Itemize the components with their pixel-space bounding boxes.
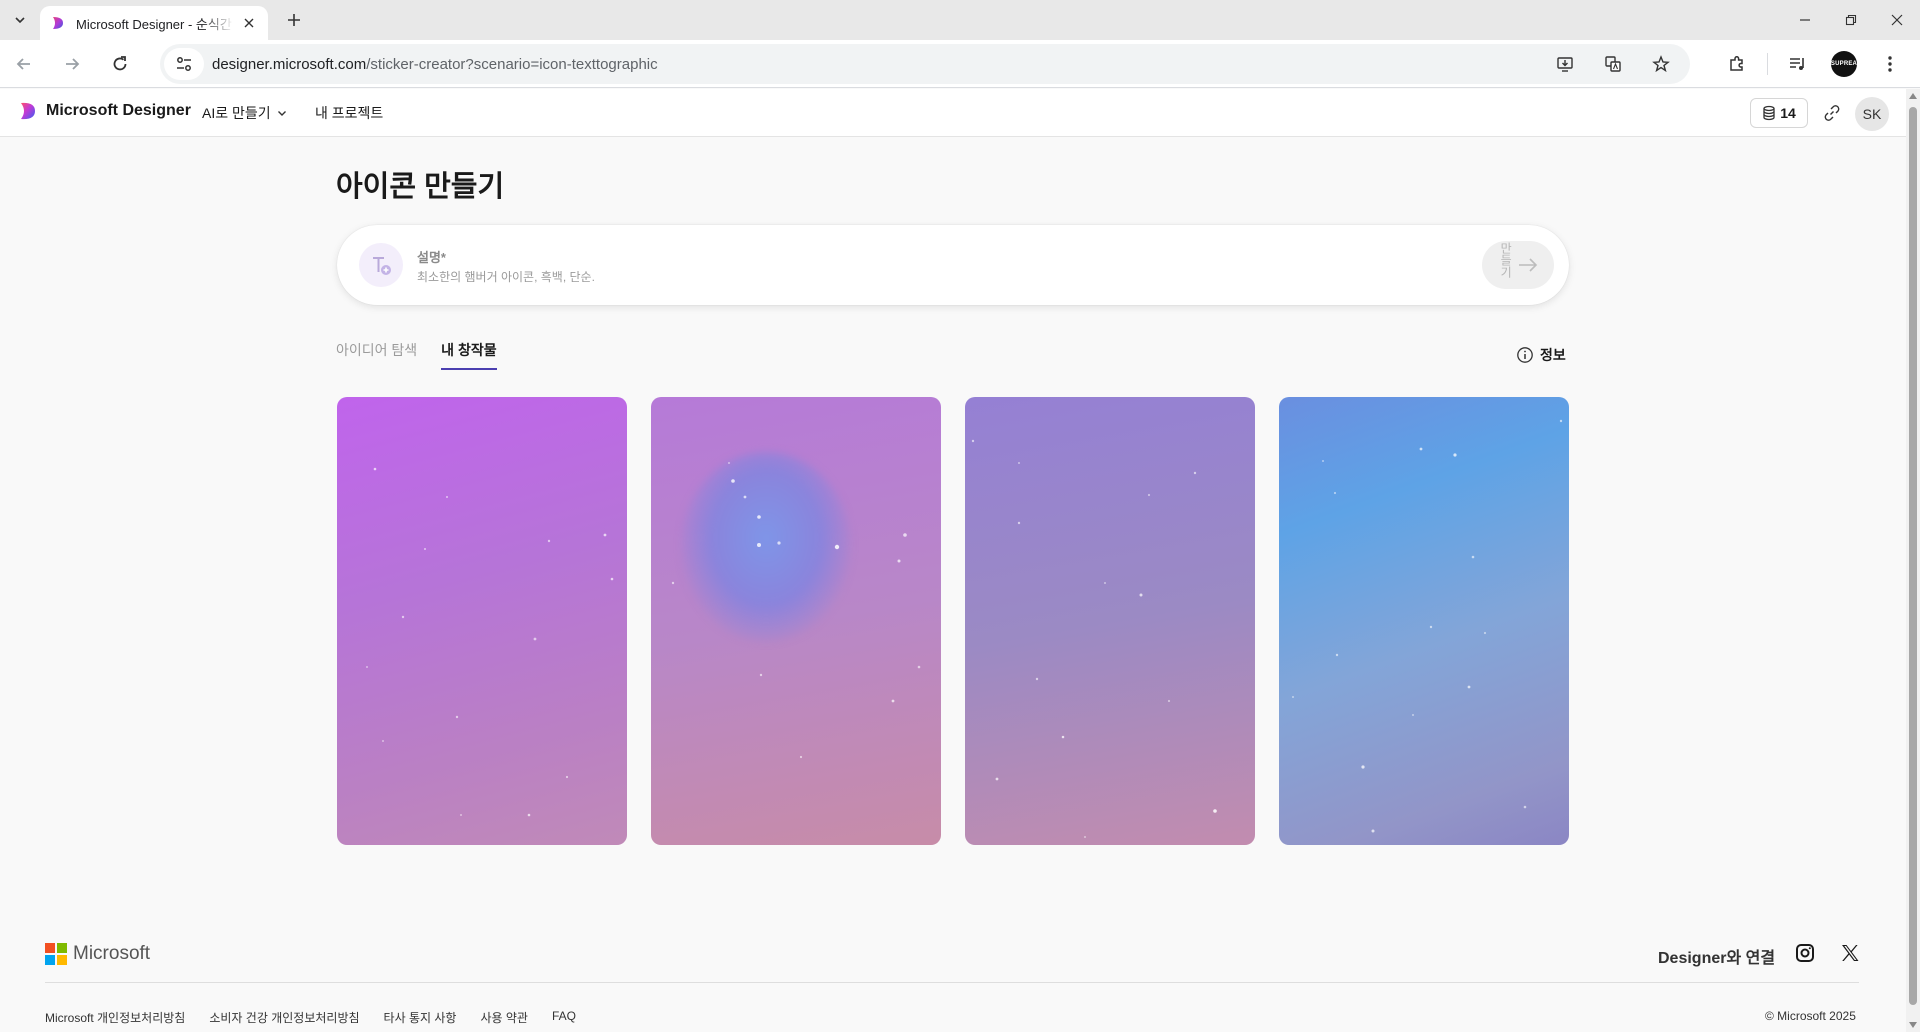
star-icon (1652, 55, 1670, 73)
back-button[interactable] (8, 48, 40, 80)
sparkle-overlay (1292, 419, 1563, 833)
restore-button[interactable] (1828, 0, 1874, 40)
creation-card[interactable] (651, 397, 941, 845)
browser-toolbar: designer.microsoft.com/sticker-creator?s… (0, 40, 1920, 88)
app-header: Microsoft Designer AI로 만들기 내 프로젝트 14 SK (0, 89, 1906, 137)
reload-button[interactable] (104, 48, 136, 80)
chevron-down-icon (15, 17, 25, 24)
address-bar[interactable]: designer.microsoft.com/sticker-creator?s… (160, 44, 1690, 84)
restore-icon (1845, 14, 1857, 26)
copyright: © Microsoft 2025 (1765, 1009, 1856, 1023)
tab-title: Microsoft Designer - 순식간 (76, 16, 232, 32)
creations-gallery (337, 397, 1569, 845)
install-icon (1557, 57, 1573, 72)
share-button[interactable] (1820, 101, 1844, 125)
microsoft-name: Microsoft (73, 943, 151, 964)
puzzle-icon (1730, 55, 1743, 71)
url-host: designer.microsoft.com (212, 55, 367, 73)
text-add-icon (359, 243, 403, 287)
instagram-icon[interactable] (1795, 943, 1815, 963)
browser-tabstrip: Microsoft Designer - 순식간 (0, 0, 1920, 40)
brand-name: Microsoft Designer (46, 102, 191, 119)
plus-icon (288, 14, 300, 26)
browser-tab-active[interactable]: Microsoft Designer - 순식간 (40, 6, 268, 40)
page-scrollbar[interactable] (1906, 89, 1920, 1032)
extensions-button[interactable] (1721, 48, 1753, 80)
footer-divider (45, 982, 1859, 983)
credits-count: 14 (1780, 105, 1796, 121)
tab-search-button[interactable] (8, 8, 32, 32)
new-tab-button[interactable] (282, 8, 306, 32)
microsoft-brand[interactable]: Microsoft (45, 943, 150, 965)
sparkle-overlay (971, 439, 1217, 838)
translate-button[interactable] (1598, 49, 1628, 79)
nav-create-with-ai-label: AI로 만들기 (202, 105, 271, 121)
brand-home-link[interactable]: Microsoft Designer (18, 101, 191, 121)
tab-my-creations[interactable]: 내 창작물 (441, 340, 497, 370)
tab-explore-ideas[interactable]: 아이디어 탐색 (336, 340, 417, 370)
microsoft-logo-icon (45, 943, 67, 965)
coins-icon (1763, 105, 1775, 121)
credits-button[interactable]: 14 (1750, 98, 1808, 128)
tab-close-icon[interactable] (240, 14, 258, 32)
user-avatar[interactable]: SK (1855, 97, 1889, 131)
sparkle-overlay (671, 462, 921, 759)
description-input[interactable] (417, 270, 1417, 284)
chevron-down-icon (277, 111, 286, 116)
designer-logo-icon (21, 102, 35, 120)
creation-card[interactable] (1279, 397, 1569, 845)
minimize-button[interactable] (1782, 0, 1828, 40)
forward-button[interactable] (56, 48, 88, 80)
arrow-right-icon (66, 58, 80, 70)
x-twitter-icon[interactable] (1840, 943, 1860, 963)
content-tabs: 아이디어 탐색 내 창작물 (336, 340, 497, 370)
creation-card[interactable] (965, 397, 1255, 845)
prompt-label: 설명* (417, 250, 446, 265)
connect-label: Designer와 연결 (1658, 950, 1776, 967)
footer-link-privacy[interactable]: Microsoft 개인정보처리방침 (45, 1009, 185, 1026)
close-icon (1891, 14, 1903, 26)
minimize-icon (1800, 19, 1810, 21)
tune-icon (177, 57, 191, 71)
media-button[interactable] (1782, 48, 1814, 80)
sparkle-overlay (366, 467, 614, 817)
page-title: 아이콘 만들기 (336, 171, 505, 203)
info-icon (1517, 347, 1533, 363)
link-icon (1824, 105, 1840, 121)
browser-menu-button[interactable] (1874, 48, 1906, 80)
footer-link-faq[interactable]: FAQ (552, 1009, 576, 1026)
generate-button-label: 만들기 (1498, 242, 1512, 278)
profile-avatar: SUPREA (1831, 51, 1857, 77)
scroll-up-icon[interactable] (1909, 93, 1917, 99)
designer-favicon-icon (53, 17, 63, 29)
nav-my-projects[interactable]: 내 프로젝트 (315, 103, 383, 123)
nav-create-with-ai[interactable]: AI로 만들기 (202, 103, 287, 123)
url-text[interactable]: designer.microsoft.com/sticker-creator?s… (212, 56, 1550, 73)
bookmark-button[interactable] (1646, 49, 1676, 79)
site-info-button[interactable] (164, 48, 204, 80)
footer-link-terms[interactable]: 사용 약관 (480, 1009, 528, 1026)
install-app-button[interactable] (1550, 49, 1580, 79)
url-path: /sticker-creator?scenario=icon-texttogra… (366, 55, 658, 73)
queue-music-icon (1790, 58, 1804, 70)
prompt-box: 설명* 만들기 (337, 225, 1569, 305)
creation-card[interactable] (337, 397, 627, 845)
profile-button[interactable]: SUPREA (1828, 48, 1860, 80)
scrollbar-thumb[interactable] (1909, 107, 1917, 1005)
arrow-left-icon (16, 58, 30, 70)
arrow-right-icon (1518, 258, 1537, 272)
close-window-button[interactable] (1874, 0, 1920, 40)
translate-icon (1605, 56, 1621, 72)
footer-link-third-party[interactable]: 타사 통지 사항 (384, 1009, 457, 1026)
more-vert-icon (1888, 56, 1892, 72)
info-button[interactable]: 정보 (1516, 345, 1566, 365)
footer-links: Microsoft 개인정보처리방침 소비자 건강 개인정보처리방침 타사 통지… (45, 1009, 576, 1026)
info-label: 정보 (1540, 347, 1566, 363)
scroll-down-icon[interactable] (1909, 1022, 1917, 1028)
reload-icon (113, 56, 127, 71)
footer-link-health-privacy[interactable]: 소비자 건강 개인정보처리방침 (209, 1009, 359, 1026)
generate-button[interactable]: 만들기 (1482, 241, 1554, 289)
